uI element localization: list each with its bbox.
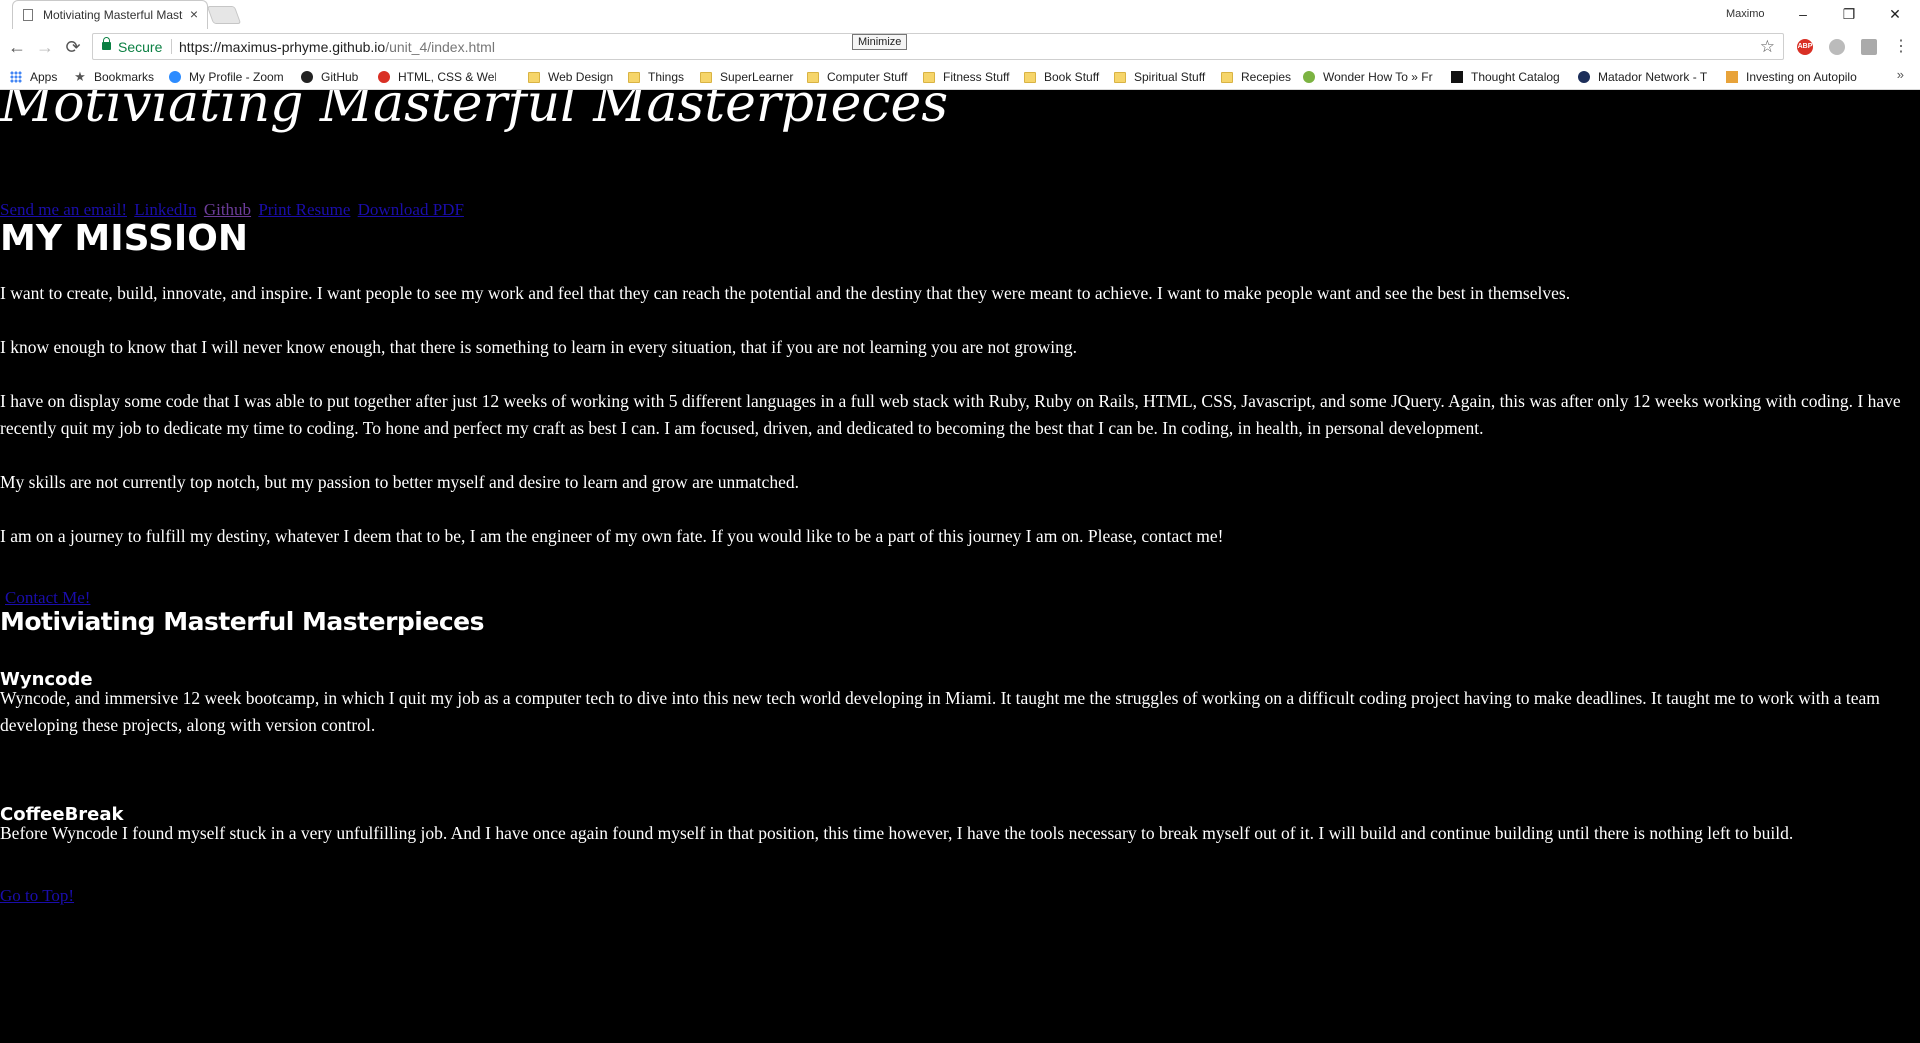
folder-icon [628, 71, 640, 83]
new-tab-button[interactable] [206, 6, 242, 24]
bookmark-label: HTML, CSS & Web De [398, 70, 496, 84]
bookmark-things[interactable]: Things [628, 68, 684, 86]
github-icon [301, 71, 313, 83]
bookmark-label: Investing on Autopilo [1746, 70, 1857, 84]
folder-icon [528, 71, 540, 83]
adblock-plus-icon[interactable]: ABP [1797, 39, 1813, 55]
bookmark-label: Wonder How To » Fre [1323, 70, 1433, 84]
bookmarks-bar: Apps ★ Bookmarks My Profile - Zoom GitHub… [0, 64, 1920, 90]
page-content: Motiviating Masterful Masterpieces Send … [0, 90, 1920, 1043]
menu-icon[interactable]: ⋮ [1890, 36, 1912, 58]
bookmark-label: Things [648, 70, 685, 84]
bookmark-bookmarks[interactable]: ★ Bookmarks [74, 68, 154, 86]
project-description: Wyncode, and immersive 12 week bootcamp,… [0, 688, 1880, 735]
project-description: Before Wyncode I found myself stuck in a… [0, 823, 1794, 843]
url-path: /unit_4/index.html [385, 39, 495, 55]
maximize-button[interactable]: ❐ [1826, 0, 1872, 29]
bookmark-computer-stuff[interactable]: Computer Stuff [807, 68, 907, 86]
bookmark-label: Computer Stuff [827, 70, 908, 84]
bookmark-html-css[interactable]: HTML, CSS & Web De [378, 68, 496, 86]
tab-title: Motiviating Masterful Masterpieces [43, 8, 183, 22]
wonderhowto-icon [1303, 71, 1315, 83]
bookmark-zoom[interactable]: My Profile - Zoom [169, 68, 284, 86]
bookmark-thought-catalog[interactable]: Thought Catalog [1451, 68, 1560, 86]
projects-heading: Motiviating Masterful Masterpieces [0, 607, 484, 636]
divider [171, 39, 172, 54]
profile-name[interactable]: Maximo [1726, 8, 1765, 20]
secure-label: Secure [118, 39, 163, 55]
bookmark-wonder-how-to[interactable]: Wonder How To » Fre [1303, 68, 1433, 86]
tab-strip: Motiviating Masterful Masterpieces × Max… [0, 0, 1920, 29]
browser-toolbar: ← → ⟳ Secure https://maximus-prhyme.gith… [0, 29, 1920, 64]
bookmark-superlearner[interactable]: SuperLearner [700, 68, 793, 86]
bookmark-label: Apps [30, 70, 58, 84]
page-icon [23, 9, 33, 21]
bookmark-web-design[interactable]: Web Design [528, 68, 613, 86]
bookmark-label: Bookmarks [94, 70, 155, 84]
linkedin-link[interactable]: LinkedIn [134, 200, 196, 219]
bookmark-label: Spiritual Stuff [1134, 70, 1206, 84]
email-link[interactable]: Send me an email! [0, 200, 127, 219]
bookmark-matador[interactable]: Matador Network - T [1578, 68, 1710, 86]
address-bar[interactable]: Secure https://maximus-prhyme.github.io/… [92, 33, 1784, 60]
bookmark-star-icon[interactable]: ☆ [1760, 37, 1775, 57]
folder-icon [1114, 71, 1126, 83]
reload-button[interactable]: ⟳ [62, 36, 84, 58]
zoom-icon [169, 71, 181, 83]
download-pdf-link[interactable]: Download PDF [358, 200, 464, 219]
star-icon: ★ [74, 69, 86, 84]
mission-paragraph: My skills are not currently top notch, b… [0, 472, 799, 492]
mission-paragraph: I know enough to know that I will never … [0, 337, 1077, 357]
print-resume-link[interactable]: Print Resume [258, 200, 350, 219]
folder-icon [1221, 71, 1233, 83]
bookmark-label: SuperLearner [720, 70, 794, 84]
mission-paragraph: I want to create, build, innovate, and i… [0, 283, 1571, 303]
folder-icon [1024, 71, 1036, 83]
bookmark-book-stuff[interactable]: Book Stuff [1024, 68, 1099, 86]
forward-button[interactable]: → [34, 36, 56, 58]
lock-icon [102, 37, 111, 50]
folder-icon [807, 71, 819, 83]
contact-me-link[interactable]: Contact Me! [5, 588, 90, 608]
matador-icon [1578, 71, 1590, 83]
close-window-button[interactable]: ✕ [1872, 0, 1918, 29]
browser-tab[interactable]: Motiviating Masterful Masterpieces × [12, 0, 208, 29]
contact-links: Send me an email! LinkedIn Github Print … [0, 200, 467, 220]
bookmark-recepies[interactable]: Recepies [1221, 68, 1291, 86]
bookmark-label: My Profile - Zoom [189, 70, 284, 84]
more-bookmarks-button[interactable]: » [1897, 67, 1904, 82]
mission-heading: MY MISSION [0, 218, 249, 259]
close-icon[interactable]: × [190, 6, 198, 22]
folder-icon [923, 71, 935, 83]
bookmark-label: Fitness Stuff [943, 70, 1010, 84]
bookmark-label: Matador Network - T [1598, 70, 1708, 84]
bookmark-investing[interactable]: Investing on Autopilo [1726, 68, 1884, 86]
go-to-top-link[interactable]: Go to Top! [0, 886, 74, 906]
bookmark-label: Recepies [1241, 70, 1292, 84]
codecademy-icon [378, 71, 390, 83]
back-button[interactable]: ← [6, 36, 28, 58]
tooltip: Minimize [852, 34, 908, 50]
mission-paragraph: I have on display some code that I was a… [0, 391, 1901, 438]
bookmark-label: Book Stuff [1044, 70, 1100, 84]
bookmark-label: Web Design [548, 70, 614, 84]
apps-icon [10, 71, 22, 83]
url-host: https://maximus-prhyme.github.io [179, 39, 386, 55]
bookmark-fitness-stuff[interactable]: Fitness Stuff [923, 68, 1009, 86]
minimize-button[interactable]: – [1780, 0, 1826, 29]
extension-icon[interactable] [1829, 39, 1845, 55]
extension-icon[interactable] [1861, 39, 1877, 55]
url-text[interactable]: https://maximus-prhyme.github.io/unit_4/… [179, 39, 495, 55]
bookmark-github[interactable]: GitHub [301, 68, 358, 86]
bookmark-spiritual-stuff[interactable]: Spiritual Stuff [1114, 68, 1205, 86]
site-title: Motiviating Masterful Masterpieces [0, 90, 949, 134]
thought-catalog-icon [1451, 71, 1463, 83]
folder-icon [700, 71, 712, 83]
github-link[interactable]: Github [204, 200, 251, 219]
investing-icon [1726, 71, 1738, 83]
mission-paragraph: I am on a journey to fulfill my destiny,… [0, 526, 1224, 546]
bookmark-label: Thought Catalog [1471, 70, 1560, 84]
bookmark-apps[interactable]: Apps [10, 68, 57, 86]
bookmark-label: GitHub [321, 70, 359, 84]
